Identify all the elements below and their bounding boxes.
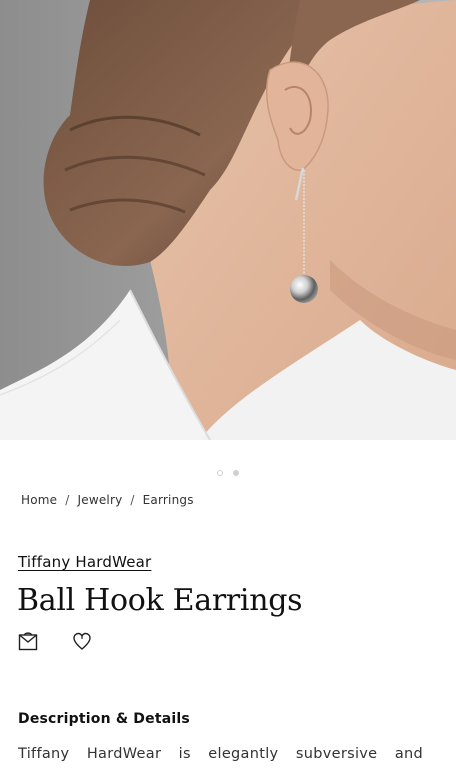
breadcrumb-jewelry[interactable]: Jewelry — [78, 493, 123, 507]
breadcrumb-home[interactable]: Home — [21, 493, 57, 507]
breadcrumb-separator: / — [130, 493, 135, 507]
collection-link[interactable]: Tiffany HardWear — [18, 553, 151, 571]
product-actions — [18, 631, 92, 651]
shopping-bag-icon — [18, 632, 38, 651]
product-page: Home / Jewelry / Earrings Tiffany HardWe… — [0, 0, 456, 768]
description-text: Tiffany HardWear is elegantly subversive… — [18, 746, 423, 762]
product-title: Ball Hook Earrings — [17, 583, 303, 618]
description-heading: Description & Details — [18, 711, 190, 727]
carousel-indicators — [0, 470, 456, 480]
carousel-dot-1[interactable] — [217, 470, 223, 476]
breadcrumb-separator: / — [65, 493, 70, 507]
product-image[interactable] — [0, 0, 456, 440]
heart-icon — [73, 632, 91, 650]
breadcrumb-earrings[interactable]: Earrings — [143, 493, 194, 507]
add-to-bag-button[interactable] — [18, 631, 38, 651]
breadcrumb: Home / Jewelry / Earrings — [21, 493, 194, 507]
carousel-dot-2[interactable] — [233, 470, 239, 476]
wishlist-button[interactable] — [72, 631, 92, 651]
